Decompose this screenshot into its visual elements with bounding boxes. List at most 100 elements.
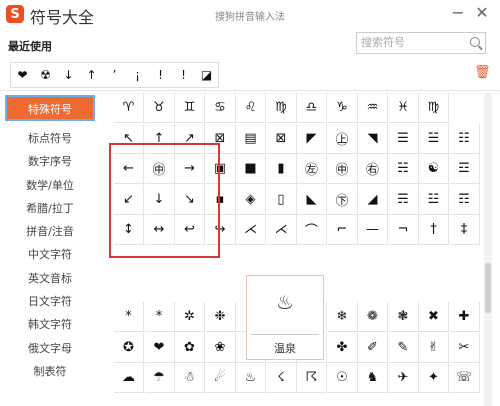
recent-symbol[interactable]: ❤ xyxy=(11,63,34,87)
symbol-cell[interactable]: ☇ xyxy=(266,363,297,393)
symbol-cell[interactable]: ♊ xyxy=(175,93,205,123)
symbol-cell[interactable]: ⌒ xyxy=(297,215,327,245)
recent-symbol[interactable]: ☢ xyxy=(34,63,57,87)
symbol-cell[interactable]: ㊧ xyxy=(297,154,327,184)
sidebar-item-special[interactable]: 特殊符号 xyxy=(5,95,95,121)
sidebar-item-greek[interactable]: 希腊/拉丁 xyxy=(0,197,100,220)
symbol-cell[interactable]: ♎ xyxy=(297,93,327,123)
recent-symbol[interactable]: ↓ xyxy=(57,63,80,87)
symbol-cell[interactable]: ✲ xyxy=(175,302,205,332)
symbol-cell[interactable]: ✈ xyxy=(388,363,419,393)
symbol-cell[interactable]: ▯ xyxy=(266,184,297,215)
symbol-cell[interactable]: ㊦ xyxy=(327,184,358,215)
symbol-cell[interactable]: ♨ xyxy=(236,363,266,393)
symbol-cell[interactable]: ❄ xyxy=(327,302,358,332)
symbol-cell[interactable]: ◈ xyxy=(236,184,266,215)
symbol-cell[interactable]: * xyxy=(114,302,144,332)
symbol-cell[interactable]: ㊥ xyxy=(327,154,358,184)
search-icon[interactable] xyxy=(470,37,480,47)
symbol-cell[interactable]: ☉ xyxy=(327,363,358,393)
symbol-cell[interactable]: ⋌ xyxy=(266,215,297,245)
symbol-cell[interactable]: ㊨ xyxy=(358,154,388,184)
symbol-cell[interactable]: ♓ xyxy=(388,93,419,123)
symbol-cell[interactable]: ☷ xyxy=(449,123,480,154)
symbol-cell[interactable]: ❤ xyxy=(144,332,175,363)
sidebar-item-box[interactable]: 制表符 xyxy=(0,360,100,383)
symbol-cell[interactable]: ▤ xyxy=(236,123,266,154)
symbol-cell[interactable]: ♋ xyxy=(205,93,236,123)
symbol-cell[interactable]: ✂ xyxy=(449,332,480,363)
symbol-cell[interactable]: ☂ xyxy=(144,363,175,393)
symbol-cell[interactable]: ◤ xyxy=(297,123,327,154)
symbol-cell[interactable]: ✿ xyxy=(175,332,205,363)
sidebar-item-korean[interactable]: 韩文字符 xyxy=(0,313,100,336)
symbol-cell[interactable]: ⌐ xyxy=(327,215,358,245)
symbol-cell[interactable]: ❀ xyxy=(205,332,236,363)
close-icon[interactable]: ✕ xyxy=(472,3,492,23)
sidebar-item-pinyin[interactable]: 拼音/注音 xyxy=(0,220,100,243)
recent-symbol[interactable]: ! xyxy=(172,63,195,87)
recent-symbol[interactable]: ’ xyxy=(103,63,126,87)
recent-symbol[interactable]: ◪ xyxy=(195,63,218,87)
symbol-cell[interactable]: ☰ xyxy=(388,123,419,154)
symbol-cell[interactable]: ♍ xyxy=(266,93,297,123)
sidebar-item-chinese[interactable]: 中文字符 xyxy=(0,243,100,266)
symbol-cell[interactable]: ❃ xyxy=(388,302,419,332)
trash-icon[interactable]: 🗑 xyxy=(474,65,491,80)
symbol-cell[interactable]: ¬ xyxy=(388,215,419,245)
symbol-cell[interactable]: ♑ xyxy=(327,93,358,123)
symbol-cell[interactable]: ◥ xyxy=(358,123,388,154)
symbol-cell[interactable]: ✐ xyxy=(358,332,388,363)
symbol-cell[interactable]: † xyxy=(419,215,449,245)
sidebar-item-japanese[interactable]: 日文字符 xyxy=(0,290,100,313)
minimize-icon[interactable]: − xyxy=(448,3,468,23)
symbol-cell[interactable]: ✦ xyxy=(419,363,449,393)
recent-symbol[interactable]: ↑ xyxy=(80,63,103,87)
sidebar-item-russian[interactable]: 俄文字母 xyxy=(0,337,100,360)
symbol-cell[interactable]: ❁ xyxy=(358,302,388,332)
symbol-cell[interactable]: ▮ xyxy=(266,154,297,184)
symbol-cell[interactable]: ☴ xyxy=(388,184,419,215)
symbol-cell[interactable]: ♉ xyxy=(144,93,175,123)
symbol-cell[interactable]: ◢ xyxy=(358,184,388,215)
symbol-cell[interactable]: ✤ xyxy=(327,332,358,363)
sidebar-item-punctuation[interactable]: 标点符号 xyxy=(0,127,100,150)
symbol-cell[interactable]: ‡ xyxy=(449,215,480,245)
symbol-cell[interactable]: ♌ xyxy=(236,93,266,123)
symbol-cell[interactable]: ☏ xyxy=(449,363,480,393)
recent-symbol[interactable]: ! xyxy=(149,63,172,87)
symbol-cell[interactable]: ☱ xyxy=(419,123,449,154)
symbol-cell[interactable]: * xyxy=(144,302,175,332)
symbol-cell[interactable]: ☁ xyxy=(114,363,144,393)
sidebar-item-phonetic[interactable]: 英文音标 xyxy=(0,267,100,290)
symbol-cell[interactable]: ■ xyxy=(236,154,266,184)
symbol-cell[interactable]: ✖ xyxy=(419,302,449,332)
symbol-cell[interactable]: ☲ xyxy=(449,154,480,184)
symbol-cell[interactable]: ☵ xyxy=(388,154,419,184)
symbol-cell[interactable]: ⊠ xyxy=(266,123,297,154)
symbol-cell[interactable]: ✚ xyxy=(449,302,480,332)
sidebar-item-numbers[interactable]: 数字序号 xyxy=(0,150,100,173)
symbol-cell[interactable]: ♍ xyxy=(419,93,449,123)
symbol-cell[interactable]: ✪ xyxy=(114,332,144,363)
sidebar-item-math[interactable]: 数学/单位 xyxy=(0,174,100,197)
symbol-cell[interactable]: ◣ xyxy=(297,184,327,215)
symbol-cell[interactable]: ☈ xyxy=(297,363,327,393)
symbol-cell[interactable]: ☃ xyxy=(175,363,205,393)
symbol-cell[interactable]: ㊤ xyxy=(327,123,358,154)
symbol-cell[interactable]: ❉ xyxy=(205,302,236,332)
symbol-cell[interactable]: ☳ xyxy=(419,184,449,215)
symbol-cell[interactable]: ✎ xyxy=(388,332,419,363)
recent-symbol[interactable]: ¡ xyxy=(126,63,149,87)
symbol-cell[interactable]: ♞ xyxy=(358,363,388,393)
symbol-cell[interactable]: ☯ xyxy=(419,154,449,184)
symbol-cell[interactable]: ✌ xyxy=(419,332,449,363)
symbol-cell[interactable]: ♒ xyxy=(358,93,388,123)
symbol-cell[interactable]: — xyxy=(358,215,388,245)
symbol-cell[interactable]: ♈ xyxy=(114,93,144,123)
scroll-thumb[interactable] xyxy=(485,263,491,313)
symbol-cell[interactable]: ☄ xyxy=(205,363,236,393)
symbol-cell[interactable]: ⋌ xyxy=(236,215,266,245)
search-input[interactable]: 搜索符号 xyxy=(356,32,486,54)
symbol-cell[interactable]: ☶ xyxy=(449,184,480,215)
